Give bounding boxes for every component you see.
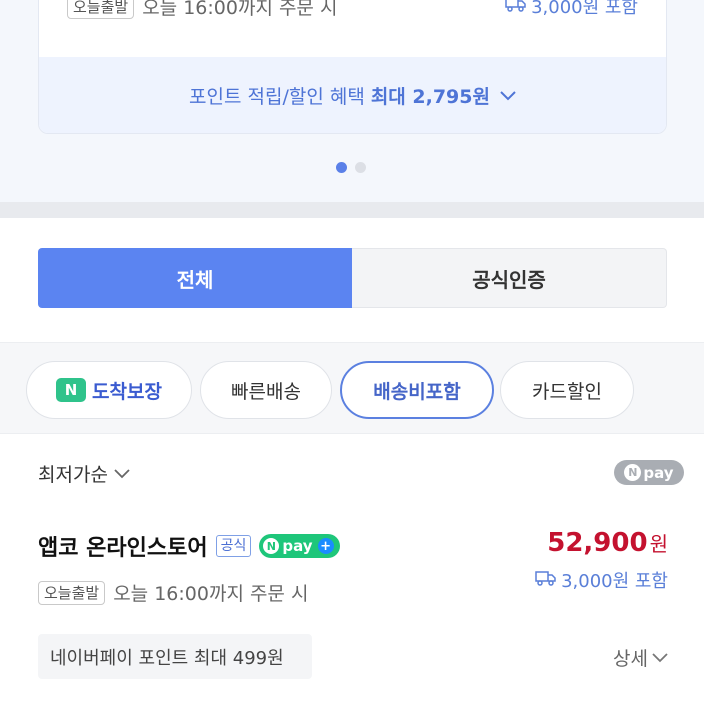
- dispatch-row: 오늘출발 오늘 16:00까지 주문 시: [67, 0, 337, 20]
- chevron-down-icon: [500, 84, 516, 106]
- top-card-area: 오늘출발 오늘 16:00까지 주문 시 3,000원 포함 포인트 적립/할인…: [0, 0, 704, 202]
- shipping-fee-text: 3,000원 포함: [561, 571, 668, 592]
- point-benefit-toggle[interactable]: 포인트 적립/할인 혜택 최대 2,795원: [39, 57, 666, 133]
- filter-card-discount-label: 카드할인: [532, 380, 602, 403]
- price-unit: 원: [649, 532, 668, 556]
- filter-arrival-guarantee[interactable]: N 도착보장: [26, 361, 192, 419]
- dispatch-text: 오늘 16:00까지 주문 시: [113, 583, 309, 605]
- sort-dropdown[interactable]: 최저가순: [38, 460, 130, 487]
- point-benefit-text: 포인트 적립/할인 혜택: [189, 85, 365, 108]
- chevron-down-icon: [652, 649, 668, 667]
- n-delivery-icon: N: [56, 378, 87, 402]
- carousel-dot[interactable]: [355, 162, 366, 173]
- price[interactable]: 52,900 원: [547, 528, 668, 558]
- store-name[interactable]: 앱코 온라인스토어: [38, 530, 208, 562]
- npay-filter-button[interactable]: N pay: [614, 460, 684, 485]
- price-value: 52,900: [547, 528, 648, 558]
- npay-filter-label: pay: [643, 463, 674, 482]
- npay-plus-label: pay: [282, 537, 313, 555]
- filter-shipping-included[interactable]: 배송비포함: [340, 361, 494, 419]
- npay-points-text: 네이버페이 포인트 최대 499원: [50, 647, 284, 669]
- dispatch-text: 오늘 16:00까지 주문 시: [142, 0, 338, 19]
- npay-points-info: 네이버페이 포인트 최대 499원: [38, 634, 312, 679]
- tab-official[interactable]: 공식인증: [352, 248, 667, 308]
- npay-plus-badge: N pay +: [259, 534, 340, 558]
- npay-n-icon: N: [263, 538, 280, 554]
- point-max-label: 최대 2,795원: [370, 85, 490, 108]
- plus-icon: +: [317, 538, 334, 554]
- npay-n-icon: N: [624, 464, 642, 481]
- seller-tabs: 전체 공식인증: [38, 248, 667, 308]
- filter-fast-delivery[interactable]: 빠른배송: [200, 361, 332, 419]
- dispatch-tag: 오늘출발: [67, 0, 135, 19]
- filter-fast-delivery-label: 빠른배송: [231, 380, 301, 403]
- section-divider: [0, 202, 704, 218]
- detail-button[interactable]: 상세: [613, 644, 668, 671]
- shipping-text: 3,000원 포함: [531, 0, 638, 18]
- detail-label: 상세: [613, 648, 648, 670]
- chevron-down-icon: [114, 464, 130, 483]
- official-badge: 공식: [215, 535, 252, 557]
- shipping-info: 3,000원 포함: [505, 0, 638, 19]
- carousel-indicator: [336, 162, 366, 173]
- truck-icon: [505, 0, 527, 17]
- filter-shipping-included-label: 배송비포함: [373, 380, 461, 403]
- shipping-fee: 3,000원 포함: [535, 567, 668, 593]
- filter-card-discount[interactable]: 카드할인: [500, 361, 634, 419]
- sort-label: 최저가순: [38, 464, 108, 486]
- offer-card[interactable]: 오늘출발 오늘 16:00까지 주문 시 3,000원 포함 포인트 적립/할인…: [38, 0, 667, 134]
- store-row[interactable]: 앱코 온라인스토어 공식 N pay +: [38, 530, 340, 562]
- carousel-dot-active[interactable]: [336, 162, 347, 173]
- filter-chips: N 도착보장 빠른배송 배송비포함 카드할인: [0, 342, 704, 434]
- truck-icon: [535, 570, 557, 591]
- filter-arrival-guarantee-label: 도착보장: [92, 380, 162, 403]
- dispatch-tag: 오늘출발: [38, 580, 106, 605]
- tab-all[interactable]: 전체: [38, 248, 352, 308]
- dispatch-row: 오늘출발 오늘 16:00까지 주문 시: [38, 579, 308, 606]
